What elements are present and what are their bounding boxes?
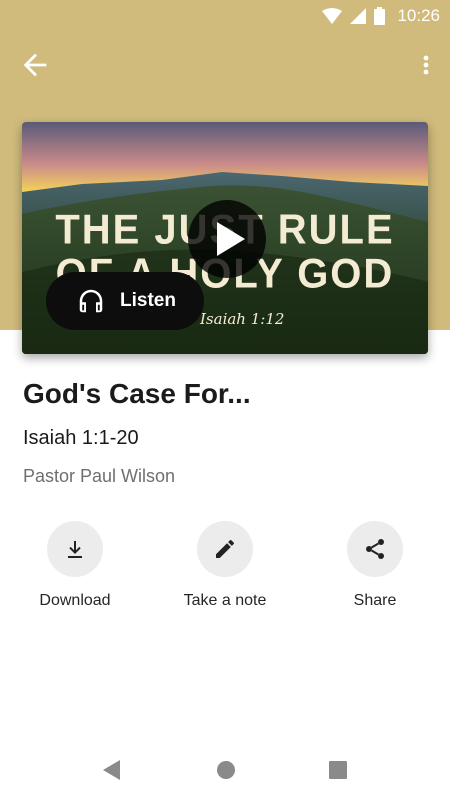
pencil-icon — [216, 539, 234, 558]
listen-label: Listen — [120, 290, 176, 311]
nav-back-icon[interactable] — [102, 760, 122, 780]
download-circle — [47, 521, 103, 577]
share-button[interactable]: Share — [305, 521, 445, 610]
sermon-title: God's Case For... — [23, 378, 251, 409]
download-button[interactable]: Download — [5, 521, 145, 610]
back-button[interactable] — [18, 48, 52, 82]
nav-home-icon[interactable] — [216, 760, 236, 780]
take-note-label: Take a note — [183, 592, 267, 609]
listen-button[interactable]: Listen — [46, 272, 204, 330]
artwork-reference: Isaiah 1:12 — [200, 310, 285, 328]
nav-recents-icon[interactable] — [328, 760, 348, 780]
app-bar — [0, 40, 450, 90]
play-icon — [217, 222, 245, 256]
more-vertical-icon — [423, 55, 429, 75]
wifi-icon — [322, 8, 343, 24]
status-time: 10:26 — [397, 6, 440, 25]
cell-signal-icon — [350, 8, 367, 24]
download-icon — [68, 541, 82, 558]
status-bar: 10:26 — [0, 0, 450, 32]
arrow-left-icon — [23, 53, 47, 77]
take-note-button[interactable]: Take a note — [155, 521, 295, 610]
more-options-button[interactable] — [416, 48, 436, 82]
play-button[interactable] — [188, 200, 266, 278]
sermon-speaker: Pastor Paul Wilson — [23, 466, 176, 486]
sermon-passage: Isaiah 1:1-20 — [23, 427, 139, 449]
take-note-circle — [197, 521, 253, 577]
share-icon — [366, 539, 384, 559]
headphones-icon — [79, 289, 103, 313]
battery-icon — [374, 7, 386, 25]
share-circle — [347, 521, 403, 577]
system-nav-bar — [0, 740, 450, 800]
share-label: Share — [353, 592, 397, 609]
download-label: Download — [39, 592, 111, 609]
